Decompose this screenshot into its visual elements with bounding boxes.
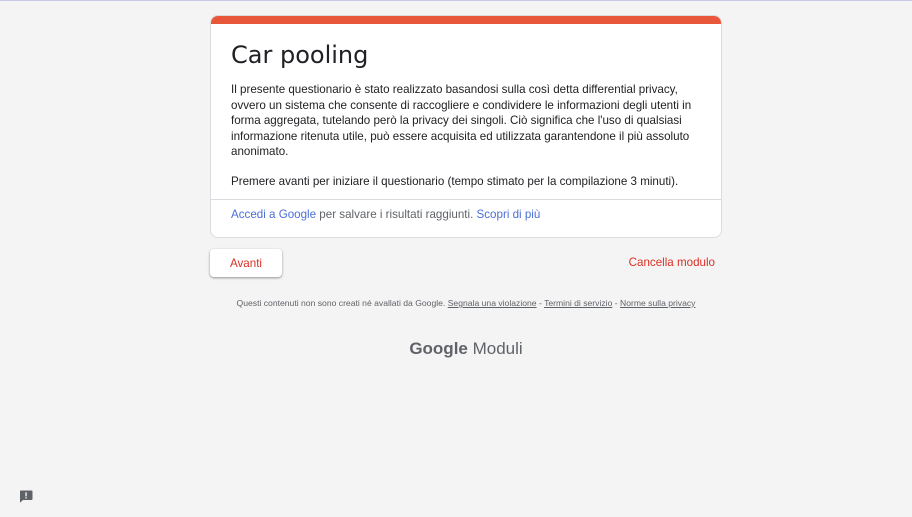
clear-form-button[interactable]: Cancella modulo <box>629 256 715 269</box>
disclaimer-text: Questi contenuti non sono creati né aval… <box>236 298 448 308</box>
terms-link[interactable]: Termini di servizio <box>544 298 612 308</box>
signin-notice: Accedi a Google per salvare i risultati … <box>211 199 721 237</box>
separator: - <box>612 298 620 308</box>
form-title: Car pooling <box>231 41 369 69</box>
form-header-card: Car pooling Il presente questionario è s… <box>210 15 722 238</box>
next-button[interactable]: Avanti <box>210 249 282 277</box>
logo-google: Google <box>409 339 468 358</box>
report-feedback-icon[interactable] <box>19 490 33 503</box>
form-description-paragraph: Premere avanti per iniziare il questiona… <box>231 174 679 188</box>
privacy-link[interactable]: Norme sulla privacy <box>620 298 695 308</box>
learn-more-link[interactable]: Scopri di più <box>477 208 541 221</box>
signin-notice-text: per salvare i risultati raggiunti. <box>316 208 477 221</box>
form-accent-bar <box>211 16 721 24</box>
logo-product: Moduli <box>467 339 523 358</box>
google-forms-logo[interactable]: Google Moduli <box>0 339 912 359</box>
report-abuse-link[interactable]: Segnala una violazione <box>448 298 537 308</box>
signin-link[interactable]: Accedi a Google <box>231 208 316 221</box>
form-description: Il presente questionario è stato realizz… <box>231 82 697 189</box>
feedback-icon <box>19 490 33 503</box>
separator: - <box>536 298 545 308</box>
disclaimer: Questi contenuti non sono creati né aval… <box>222 298 710 309</box>
form-description-paragraph: Il presente questionario è stato realizz… <box>231 83 692 158</box>
